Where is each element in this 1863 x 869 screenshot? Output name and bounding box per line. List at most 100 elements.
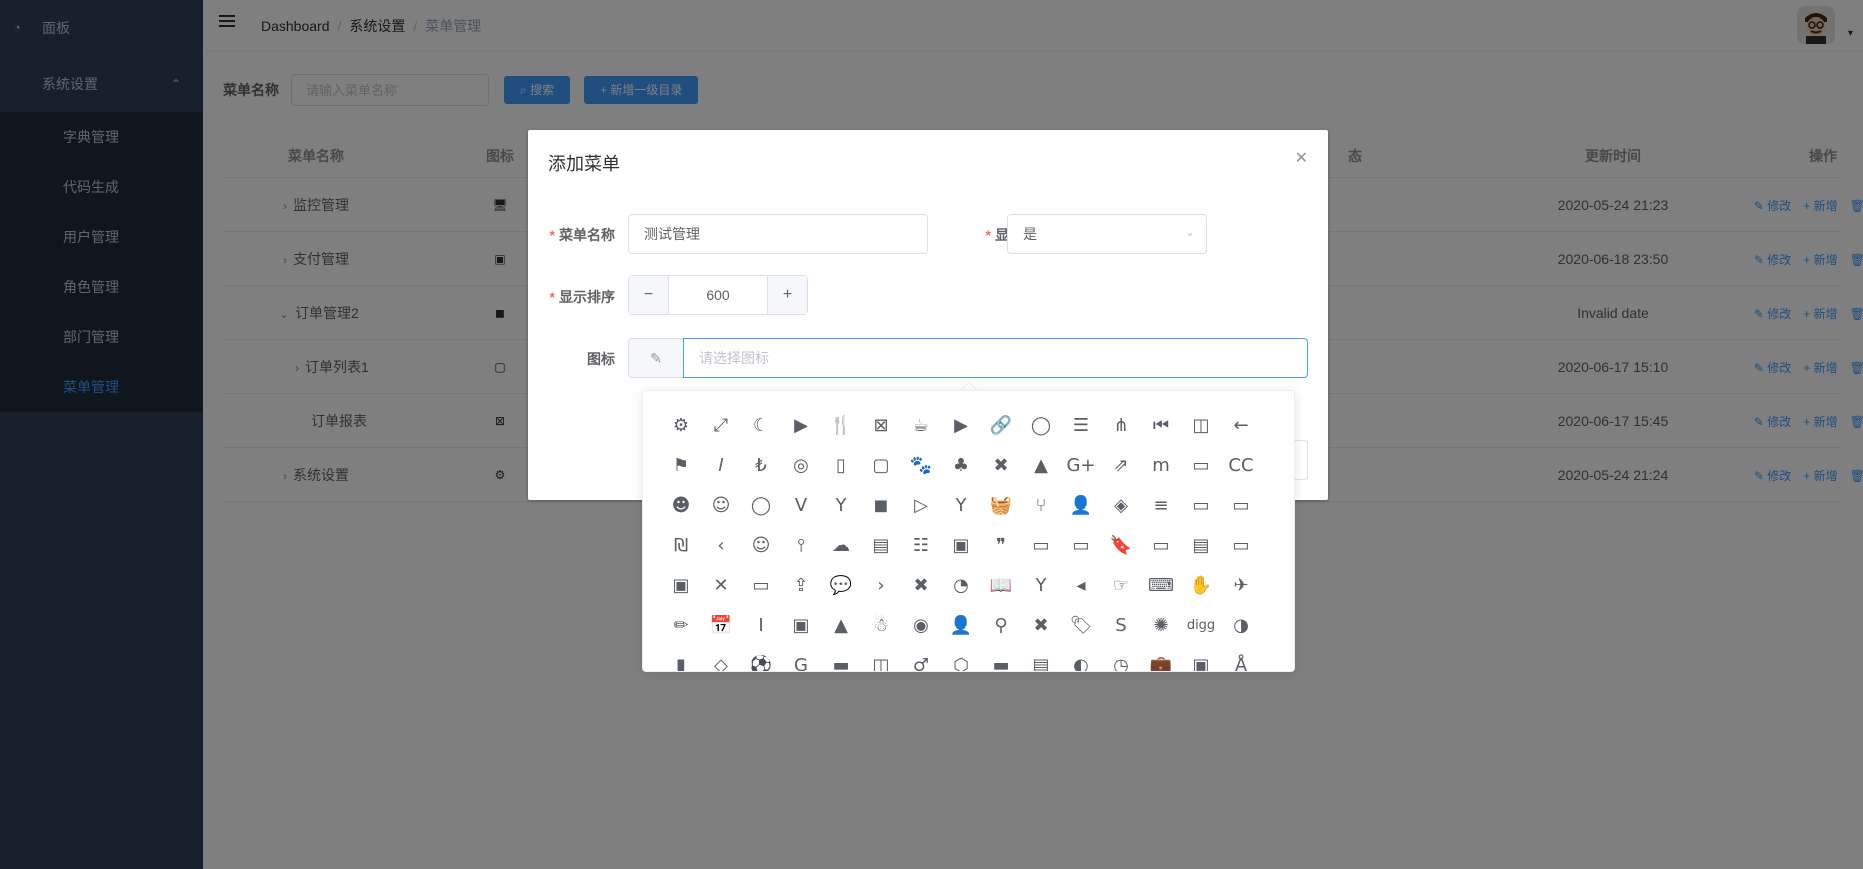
- order-stepper[interactable]: − 600 +: [628, 275, 808, 315]
- icon-option[interactable]: 🔖: [1101, 525, 1141, 565]
- icon-option[interactable]: ▭: [1141, 525, 1181, 565]
- icon-option[interactable]: Y: [821, 485, 861, 525]
- icon-option[interactable]: ▣: [1181, 645, 1221, 672]
- icon-option[interactable]: 🏷: [1061, 605, 1101, 645]
- icon-option[interactable]: 🐾: [901, 445, 941, 485]
- icon-option[interactable]: ▲: [1021, 445, 1061, 485]
- icon-option[interactable]: ◯: [1021, 405, 1061, 445]
- icon-option[interactable]: ☺: [701, 485, 741, 525]
- icon-option[interactable]: ⚑: [661, 445, 701, 485]
- icon-option[interactable]: ▮: [661, 645, 701, 672]
- icon-option[interactable]: ▭: [1061, 525, 1101, 565]
- icon-option[interactable]: ☰: [1061, 405, 1101, 445]
- icon-option[interactable]: ▤: [1021, 645, 1061, 672]
- icon-option[interactable]: ◯: [741, 485, 781, 525]
- icon-option[interactable]: ☃: [861, 605, 901, 645]
- icon-picker-field[interactable]: ✎: [628, 338, 1308, 378]
- icon-option[interactable]: ‹: [701, 525, 741, 565]
- icon-option[interactable]: ☞: [1101, 565, 1141, 605]
- icon-option[interactable]: ₺: [741, 445, 781, 485]
- order-value[interactable]: 600: [669, 276, 767, 314]
- icon-option[interactable]: ▭: [1021, 525, 1061, 565]
- show-select[interactable]: [1007, 214, 1207, 254]
- icon-option[interactable]: ⑂: [1021, 485, 1061, 525]
- icon-option[interactable]: 👤: [1061, 485, 1101, 525]
- icon-option[interactable]: ❞: [981, 525, 1021, 565]
- icon-option[interactable]: ▯: [821, 445, 861, 485]
- icon-option[interactable]: ☺: [741, 525, 781, 565]
- icon-option[interactable]: ◷: [1101, 645, 1141, 672]
- icon-option[interactable]: ◫: [1181, 405, 1221, 445]
- icon-option[interactable]: ⚙: [661, 405, 701, 445]
- icon-option[interactable]: 🍴: [821, 405, 861, 445]
- icon-option[interactable]: ▣: [781, 605, 821, 645]
- icon-option[interactable]: ☷: [901, 525, 941, 565]
- icon-option[interactable]: m: [1141, 445, 1181, 485]
- icon-option[interactable]: ◂: [1061, 565, 1101, 605]
- icon-option[interactable]: 💬: [821, 565, 861, 605]
- icon-option[interactable]: ✈: [1221, 565, 1261, 605]
- icon-option[interactable]: ▭: [1181, 485, 1221, 525]
- icon-option[interactable]: ⋔: [1101, 405, 1141, 445]
- icon-option[interactable]: ✺: [1141, 605, 1181, 645]
- icon-option[interactable]: ◉: [901, 605, 941, 645]
- icon-option[interactable]: ♣: [941, 445, 981, 485]
- icon-option[interactable]: ▷: [901, 485, 941, 525]
- icon-option[interactable]: 🧺: [981, 485, 1021, 525]
- icon-option[interactable]: ▶: [781, 405, 821, 445]
- icon-option[interactable]: ▢: [861, 445, 901, 485]
- icon-option[interactable]: ▤: [1181, 525, 1221, 565]
- icon-option[interactable]: ◎: [781, 445, 821, 485]
- icon-option[interactable]: ✏: [661, 605, 701, 645]
- icon-option[interactable]: ▣: [941, 525, 981, 565]
- icon-option[interactable]: Å: [1221, 645, 1261, 672]
- icon-option[interactable]: ⊠: [861, 405, 901, 445]
- icon-option[interactable]: ▬: [981, 645, 1021, 672]
- icon-option[interactable]: ▲: [821, 605, 861, 645]
- icon-option[interactable]: ←: [1221, 405, 1261, 445]
- icon-option[interactable]: ◑: [1221, 605, 1261, 645]
- icon-option[interactable]: ▭: [1221, 485, 1261, 525]
- icon-option[interactable]: 💼: [1141, 645, 1181, 672]
- icon-option[interactable]: 👤: [941, 605, 981, 645]
- icon-option[interactable]: ₪: [661, 525, 701, 565]
- icon-option[interactable]: ⌨: [1141, 565, 1181, 605]
- icon-option[interactable]: CC: [1221, 445, 1261, 485]
- icon-option[interactable]: ▶: [941, 405, 981, 445]
- icon-option[interactable]: ⏮: [1141, 405, 1181, 445]
- close-icon[interactable]: ✕: [1295, 148, 1308, 168]
- icon-option[interactable]: 🔗: [981, 405, 1021, 445]
- icon-option[interactable]: ◐: [1061, 645, 1101, 672]
- icon-select-input[interactable]: [683, 338, 1308, 378]
- icon-option[interactable]: ⚲: [981, 605, 1021, 645]
- icon-option[interactable]: ⇪: [781, 565, 821, 605]
- icon-option[interactable]: ☾: [741, 405, 781, 445]
- icon-option[interactable]: ☁: [821, 525, 861, 565]
- menu-name-input[interactable]: [628, 214, 928, 254]
- icon-option[interactable]: 📅: [701, 605, 741, 645]
- icon-option[interactable]: S: [1101, 605, 1141, 645]
- icon-option[interactable]: ☻: [661, 485, 701, 525]
- icon-option[interactable]: ›: [861, 565, 901, 605]
- icon-option[interactable]: I: [741, 605, 781, 645]
- icon-option[interactable]: Y: [1021, 565, 1061, 605]
- icon-option[interactable]: ◔: [941, 565, 981, 605]
- icon-option[interactable]: ☕: [901, 405, 941, 445]
- icon-option[interactable]: G: [781, 645, 821, 672]
- icon-option[interactable]: ✖: [901, 565, 941, 605]
- icon-option[interactable]: ◈: [1101, 485, 1141, 525]
- icon-option[interactable]: ⚽: [741, 645, 781, 672]
- icon-option[interactable]: ✕: [701, 565, 741, 605]
- icon-option[interactable]: ◇: [701, 645, 741, 672]
- icon-option[interactable]: ▣: [661, 565, 701, 605]
- icon-option[interactable]: ⤢: [701, 405, 741, 445]
- icon-option[interactable]: ▬: [821, 645, 861, 672]
- icon-option[interactable]: Y: [941, 485, 981, 525]
- icon-option[interactable]: ≡: [1141, 485, 1181, 525]
- increase-button[interactable]: +: [767, 276, 807, 314]
- icon-option[interactable]: ♂: [901, 645, 941, 672]
- decrease-button[interactable]: −: [629, 276, 669, 314]
- icon-option[interactable]: V: [781, 485, 821, 525]
- icon-option[interactable]: ⫯: [781, 525, 821, 565]
- icon-option[interactable]: ▤: [861, 525, 901, 565]
